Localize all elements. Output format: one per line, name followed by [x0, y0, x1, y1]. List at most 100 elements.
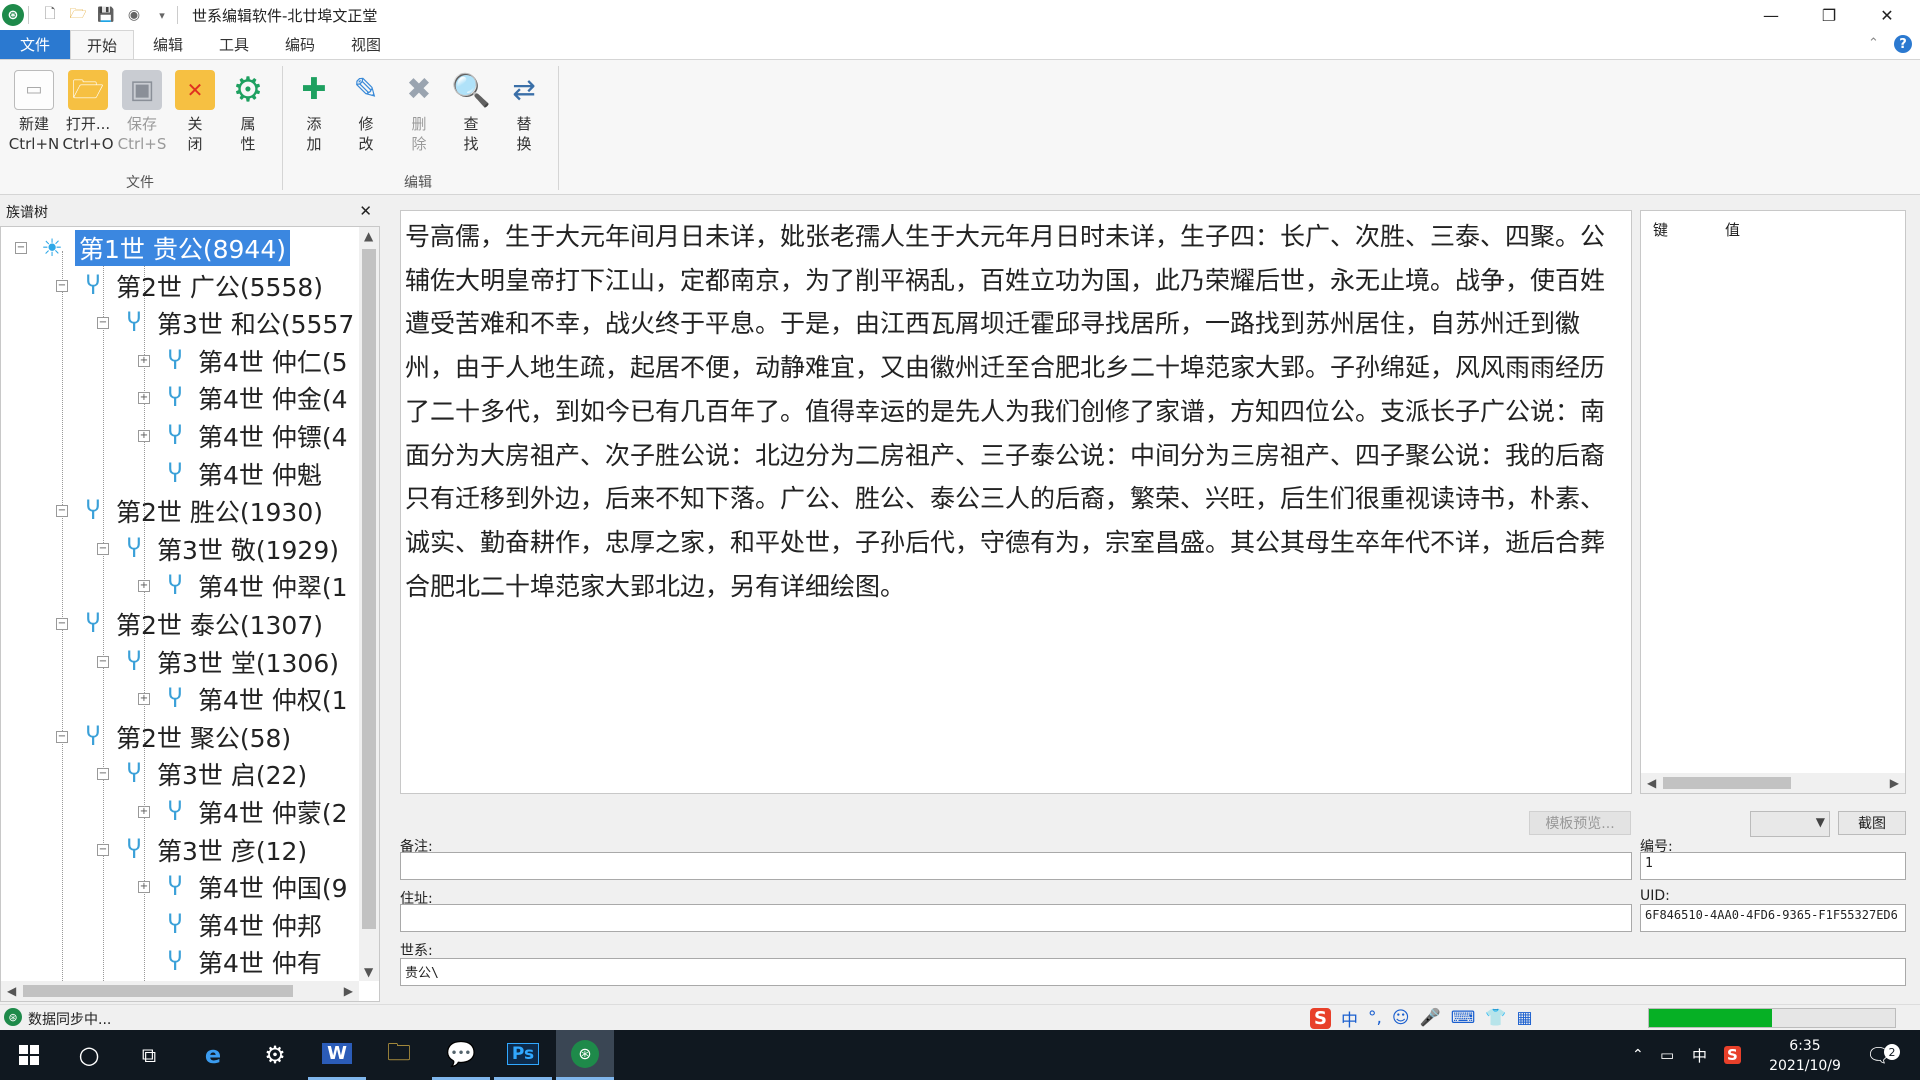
tray-overflow-icon[interactable]: ⌃ — [1632, 1030, 1644, 1080]
tree-node[interactable]: + Ⴤ 第4世 仲权(1 — [138, 682, 348, 716]
tree-close-icon[interactable]: ✕ — [359, 202, 372, 220]
expand-node-icon[interactable]: + — [138, 881, 150, 894]
scroll-left-icon[interactable]: ◀ — [7, 984, 16, 998]
ime-punctuation-icon[interactable]: °, — [1368, 1008, 1382, 1028]
tree-node[interactable]: − ☀ 第1世 贵公(8944) — [15, 230, 290, 266]
ime-mode-indicator[interactable]: 中 — [1341, 1006, 1358, 1031]
tree-node[interactable]: − Ⴤ 第3世 敬(1929) — [97, 532, 339, 566]
tab-file[interactable]: 文件 — [0, 30, 70, 59]
property-grid[interactable]: 键 值 ◀ ▶ — [1640, 210, 1906, 794]
screenshot-mode-select[interactable]: ▼ — [1750, 811, 1830, 837]
expand-node-icon[interactable]: + — [138, 430, 150, 442]
lineage-input[interactable]: 贵公\ — [400, 958, 1906, 986]
close-file-button[interactable]: ✕ 关 闭 — [175, 70, 215, 154]
expand-node-icon[interactable]: + — [138, 806, 150, 818]
tree-node[interactable]: + Ⴤ 第4世 仲镖(4 — [138, 419, 348, 453]
quick-access-dropdown-icon[interactable]: ▾ — [151, 4, 173, 26]
scroll-down-icon[interactable]: ▼ — [364, 965, 373, 979]
collapse-node-icon[interactable]: − — [56, 618, 68, 630]
tree-node[interactable]: − Ⴤ 第3世 彦(12) — [97, 833, 307, 867]
collapse-node-icon[interactable]: − — [56, 279, 68, 292]
tree-node[interactable]: + Ⴤ 第4世 仲仁(5 — [138, 344, 348, 378]
minimize-button[interactable]: — — [1742, 0, 1800, 30]
task-view-icon[interactable]: ⧉ — [120, 1030, 178, 1080]
collapse-ribbon-icon[interactable]: ⌃ — [1868, 36, 1879, 51]
tray-ime-language[interactable]: 中 — [1692, 1030, 1707, 1080]
word-app-icon[interactable]: W — [308, 1030, 366, 1080]
start-windows-icon[interactable] — [0, 1030, 58, 1080]
collapse-node-icon[interactable]: − — [56, 730, 68, 743]
tree-node[interactable]: − Ⴤ 第3世 堂(1306) — [97, 645, 339, 679]
new-button[interactable]: ▭ 新建 Ctrl+N — [8, 70, 60, 154]
tab-start[interactable]: 开始 — [70, 30, 134, 59]
uid-input[interactable]: 6F846510-4AA0-4FD6-9365-F1F55327ED6 — [1640, 904, 1906, 932]
tree-node[interactable]: + Ⴤ 第4世 仲金(4 — [138, 381, 348, 415]
expand-node-icon[interactable]: + — [138, 392, 150, 405]
tab-edit[interactable]: 编辑 — [138, 30, 198, 59]
genealogy-tree[interactable]: − ☀ 第1世 贵公(8944) − Ⴤ 第2世 广公(5558) − Ⴤ 第3世 和公(555… — [0, 226, 380, 1002]
collapse-node-icon[interactable]: − — [97, 655, 109, 668]
grid-scroll-right-icon[interactable]: ▶ — [1890, 776, 1899, 790]
modify-button[interactable]: ✎ 修 改 — [346, 70, 386, 154]
sogou-ime-logo-icon[interactable]: S — [1310, 1007, 1331, 1029]
tab-tools[interactable]: 工具 — [204, 30, 264, 59]
open-button[interactable]: 🗁 打开... Ctrl+O — [62, 70, 114, 154]
tree-node[interactable]: Ⴤ 第4世 仲邦 — [138, 908, 322, 942]
screenshot-button[interactable]: 截图 — [1838, 811, 1906, 835]
wechat-icon[interactable]: 💬 — [432, 1030, 490, 1080]
scroll-right-icon[interactable]: ▶ — [344, 984, 353, 998]
properties-button[interactable]: ⚙ 属 性 — [228, 70, 268, 154]
tree-node[interactable]: − Ⴤ 第2世 泰公(1307) — [56, 607, 323, 641]
tree-horizontal-scrollbar[interactable]: ◀ ▶ — [1, 981, 359, 1001]
address-input[interactable] — [400, 904, 1632, 932]
collapse-node-icon[interactable]: − — [97, 542, 109, 555]
ime-skin-icon[interactable]: 👕 — [1485, 1008, 1506, 1028]
save-button[interactable]: ▣ 保存 Ctrl+S — [116, 70, 168, 154]
ime-toolbox-icon[interactable]: ▦ — [1517, 1008, 1533, 1028]
quick-new-icon[interactable]: 🗋 — [39, 4, 61, 26]
app-logo-icon[interactable]: ⊛ — [2, 4, 24, 26]
tree-node[interactable]: − Ⴤ 第2世 胜公(1930) — [56, 494, 323, 528]
tree-node[interactable]: − Ⴤ 第3世 启(22) — [97, 757, 307, 791]
number-input[interactable]: 1 — [1640, 852, 1906, 880]
tree-node[interactable]: − Ⴤ 第2世 聚公(58) — [56, 720, 291, 754]
ime-voice-icon[interactable]: 🎤 — [1420, 1008, 1441, 1028]
add-button[interactable]: ✚ 添 加 — [294, 70, 334, 154]
collapse-node-icon[interactable]: − — [97, 843, 109, 856]
remark-input[interactable] — [400, 852, 1632, 880]
biography-text-editor[interactable]: 号高儒，生于大元年间月日未详，妣张老孺人生于大元年月日时未详，生子四：长广、次胜… — [400, 210, 1632, 794]
replace-button[interactable]: ⇄ 替 换 — [504, 70, 544, 154]
quick-sync-icon[interactable]: ◉ — [123, 4, 145, 26]
tree-node[interactable]: Ⴤ 第4世 仲魁 — [138, 457, 322, 491]
grid-header-key[interactable]: 键 — [1653, 219, 1668, 240]
tree-node[interactable]: + Ⴤ 第4世 仲国(9 — [138, 870, 348, 904]
grid-scroll-left-icon[interactable]: ◀ — [1647, 776, 1656, 790]
tab-encoding[interactable]: 编码 — [270, 30, 330, 59]
help-icon[interactable]: ? — [1894, 35, 1912, 53]
ime-keyboard-icon[interactable]: ⌨ — [1451, 1008, 1476, 1028]
expand-node-icon[interactable]: + — [138, 354, 150, 367]
find-button[interactable]: 🔍 查 找 — [451, 70, 491, 154]
settings-gear-icon[interactable]: ⚙ — [246, 1030, 304, 1080]
tree-horizontal-scroll-thumb[interactable] — [23, 985, 293, 997]
collapse-node-icon[interactable]: − — [15, 242, 27, 254]
expand-node-icon[interactable]: + — [138, 693, 150, 706]
search-circle-icon[interactable]: ○ — [60, 1030, 118, 1080]
tab-view[interactable]: 视图 — [336, 30, 396, 59]
grid-horizontal-scrollbar[interactable]: ◀ ▶ — [1641, 773, 1905, 793]
tree-vertical-scroll-thumb[interactable] — [362, 249, 376, 929]
grid-header-value[interactable]: 值 — [1725, 219, 1740, 240]
system-clock[interactable]: 6:35 2021/10/9 — [1760, 1036, 1850, 1076]
scroll-up-icon[interactable]: ▲ — [364, 229, 373, 243]
tree-vertical-scrollbar[interactable]: ▲ ▼ — [359, 227, 379, 981]
battery-icon[interactable]: ▭ — [1660, 1030, 1674, 1080]
quick-open-icon[interactable]: 🗁 — [67, 4, 89, 26]
quick-save-icon[interactable]: 💾 — [95, 4, 117, 26]
tree-node[interactable]: Ⴤ 第4世 仲有 — [138, 945, 322, 979]
file-explorer-icon[interactable]: 🗀 — [370, 1030, 428, 1080]
collapse-node-icon[interactable]: − — [97, 768, 109, 781]
collapse-node-icon[interactable]: − — [97, 317, 109, 330]
ime-emoji-icon[interactable]: ☺ — [1392, 1008, 1410, 1028]
grid-horizontal-scroll-thumb[interactable] — [1663, 777, 1791, 789]
tree-node[interactable]: − Ⴤ 第3世 和公(5557 — [97, 306, 354, 340]
